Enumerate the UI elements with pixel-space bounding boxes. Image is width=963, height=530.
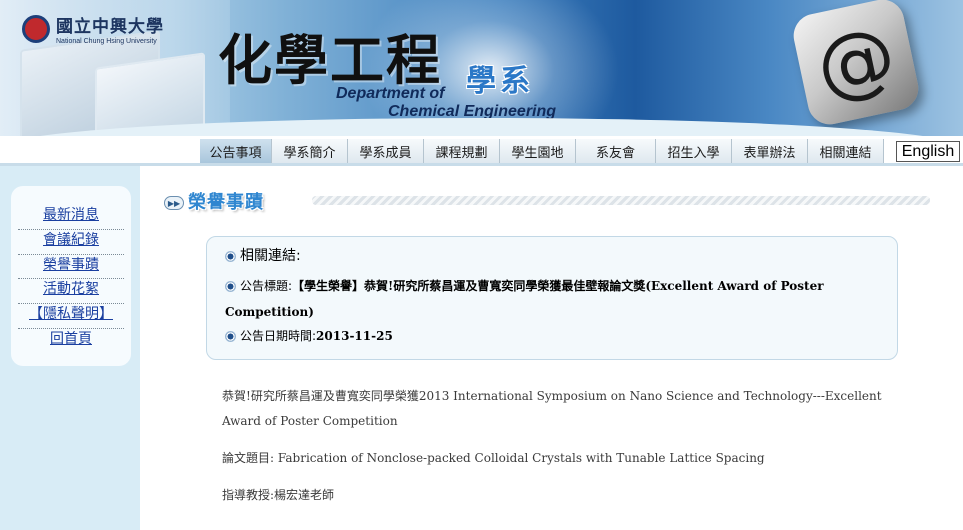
announcement-date-label: 公告日期時間:	[240, 329, 317, 343]
english-button[interactable]: English	[896, 141, 960, 162]
main-nav: 公告事項 學系簡介 學系成員 課程規劃 學生園地 系友會 招生入學 表單辦法 相…	[200, 139, 960, 163]
nav-item-alumni[interactable]: 系友會	[576, 139, 656, 163]
announcement-title-label: 公告標題:	[240, 279, 293, 293]
at-key-icon: @	[789, 0, 923, 129]
nav-divider	[0, 163, 963, 166]
university-seal-icon	[22, 14, 50, 43]
header-banner: 國立中興大學 National Chung Hsing University 化…	[0, 0, 963, 136]
university-logo[interactable]: 國立中興大學 National Chung Hsing University	[22, 12, 164, 45]
department-title-zh: 化學工程	[218, 28, 442, 92]
announcement-info-box: 相關連結: 公告標題:【學生榮譽】恭賀!研究所蔡昌運及曹寬奕同學榮獲最佳壁報論文…	[206, 236, 898, 360]
bullet-icon	[225, 250, 236, 262]
announcement-date: 公告日期時間:2013-11-25	[225, 327, 393, 344]
sidebar-menu: 最新消息 會議紀錄 榮譽事蹟 活動花絮 【隱私聲明】 回首頁	[18, 205, 124, 354]
nav-item-forms[interactable]: 表單辦法	[732, 139, 808, 163]
announcement-body: 恭賀!研究所蔡昌運及曹寬奕同學榮獲2013 International Symp…	[222, 384, 902, 520]
related-links-heading: 相關連結:	[225, 245, 301, 265]
announcement-date-value: 2013-11-25	[316, 329, 393, 343]
sidebar-item-home[interactable]: 回首頁	[18, 329, 124, 354]
announcement-title: 公告標題:【學生榮譽】恭賀!研究所蔡昌運及曹寬奕同學榮獲最佳壁報論文獎(Exce…	[225, 273, 887, 325]
bullet-icon	[225, 331, 236, 342]
university-name-zh: 國立中興大學	[56, 17, 164, 37]
announcement-paragraph-1: 恭賀!研究所蔡昌運及曹寬奕同學榮獲2013 International Symp…	[222, 389, 882, 428]
nav-item-students[interactable]: 學生園地	[500, 139, 576, 163]
department-title-en-line1: Department of	[336, 85, 445, 102]
sidebar-item-privacy[interactable]: 【隱私聲明】	[18, 304, 124, 329]
sidebar-item-latest-news[interactable]: 最新消息	[18, 205, 124, 230]
nav-item-announcements[interactable]: 公告事項	[200, 139, 272, 163]
double-arrow-icon: ▶▶	[164, 196, 184, 210]
announcement-paragraph-3: 指導教授:楊宏達老師	[222, 488, 335, 502]
university-name-en: National Chung Hsing University	[56, 38, 157, 45]
sidebar-item-meeting-minutes[interactable]: 會議紀錄	[18, 230, 124, 255]
nav-item-links[interactable]: 相關連結	[808, 139, 884, 163]
department-title-en: Department of Chemical Engineering	[336, 85, 556, 121]
nav-item-admissions[interactable]: 招生入學	[656, 139, 732, 163]
nav-item-curriculum[interactable]: 課程規劃	[424, 139, 500, 163]
announcement-title-value: 【學生榮譽】恭賀!研究所蔡昌運及曹寬奕同學榮獲最佳壁報論文獎(Excellent…	[225, 279, 824, 319]
sidebar-item-activities[interactable]: 活動花絮	[18, 279, 124, 305]
announcement-paragraph-2: 論文題目: Fabrication of Nonclose-packed Col…	[222, 451, 765, 465]
nav-item-about[interactable]: 學系簡介	[272, 139, 348, 163]
section-title: 榮譽事蹟	[188, 192, 264, 213]
sidebar-item-honors[interactable]: 榮譽事蹟	[18, 255, 124, 280]
bullet-icon	[225, 281, 236, 292]
nav-item-members[interactable]: 學系成員	[348, 139, 424, 163]
title-stripe	[312, 196, 930, 205]
